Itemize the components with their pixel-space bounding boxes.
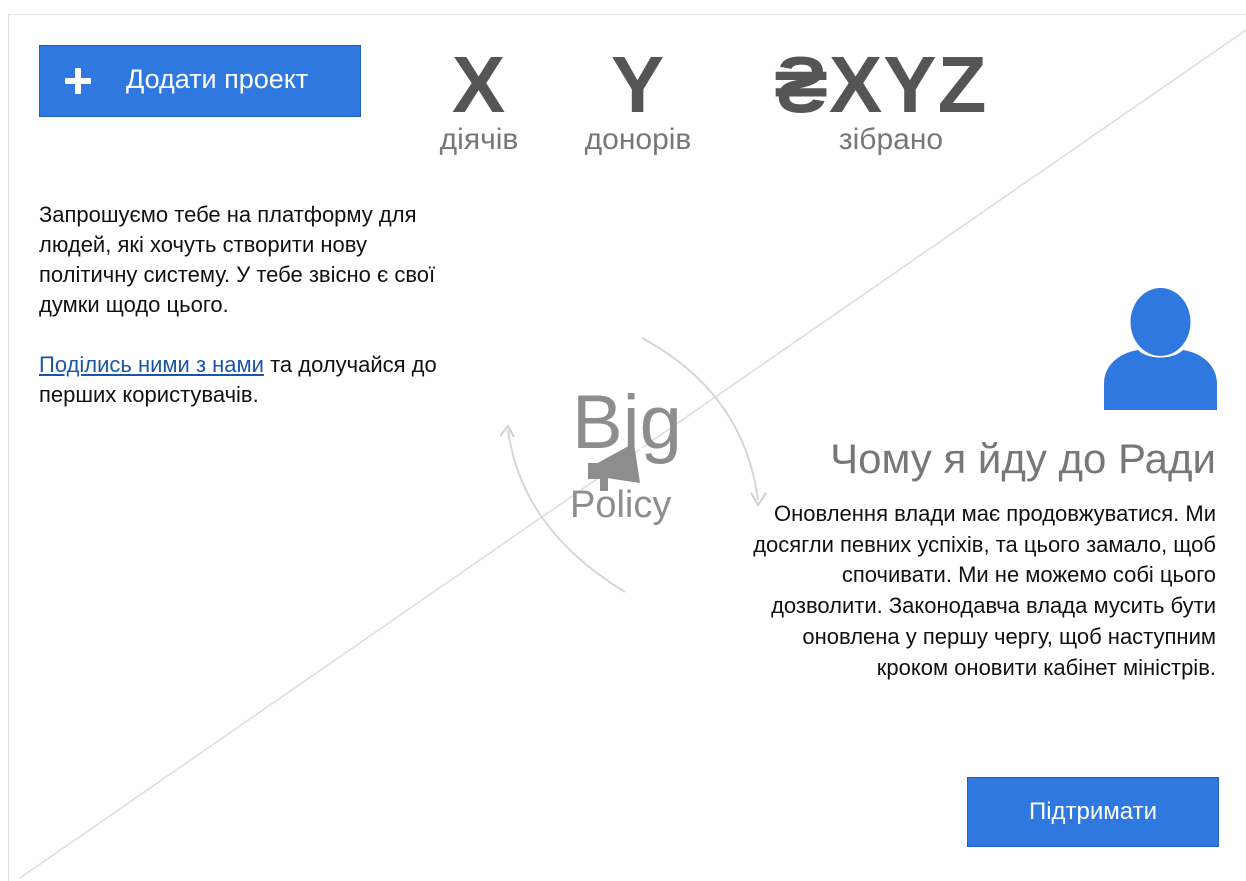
logo-word-policy: Policy [570, 484, 672, 526]
support-button-label: Підтримати [1028, 798, 1158, 825]
stat-activists-value: X [451, 40, 507, 129]
stat-collected: ₴XYZ зібрано [766, 45, 996, 155]
stat-donors-label: донорів [584, 123, 692, 156]
intro-call-to-action: Поділись ними з нами та долучайся до пер… [39, 350, 469, 410]
intro-text: Запрошуємо тебе на платформу для людей, … [39, 200, 469, 410]
stat-activists-label: діячів [439, 123, 519, 156]
stat-activists: X діячів [424, 45, 534, 155]
stat-donors: Y донорів [568, 45, 708, 155]
add-project-label: Додати проект [126, 64, 309, 94]
plus-icon [65, 68, 91, 94]
candidate-title: Чому я йду до Ради [830, 435, 1216, 482]
candidate-statement: Оновлення влади має продовжуватися. Ми д… [753, 501, 1216, 680]
stat-donors-value: Y [610, 40, 666, 129]
user-icon [1104, 288, 1217, 410]
share-thoughts-link[interactable]: Поділись ними з нами [39, 352, 264, 377]
intro-paragraph: Запрошуємо тебе на платформу для людей, … [39, 202, 436, 317]
support-button[interactable]: Підтримати [967, 777, 1219, 847]
stat-collected-label: зібрано [838, 123, 944, 156]
add-project-button[interactable]: Додати проект [39, 45, 361, 117]
stat-collected-value: ₴XYZ [774, 40, 988, 129]
